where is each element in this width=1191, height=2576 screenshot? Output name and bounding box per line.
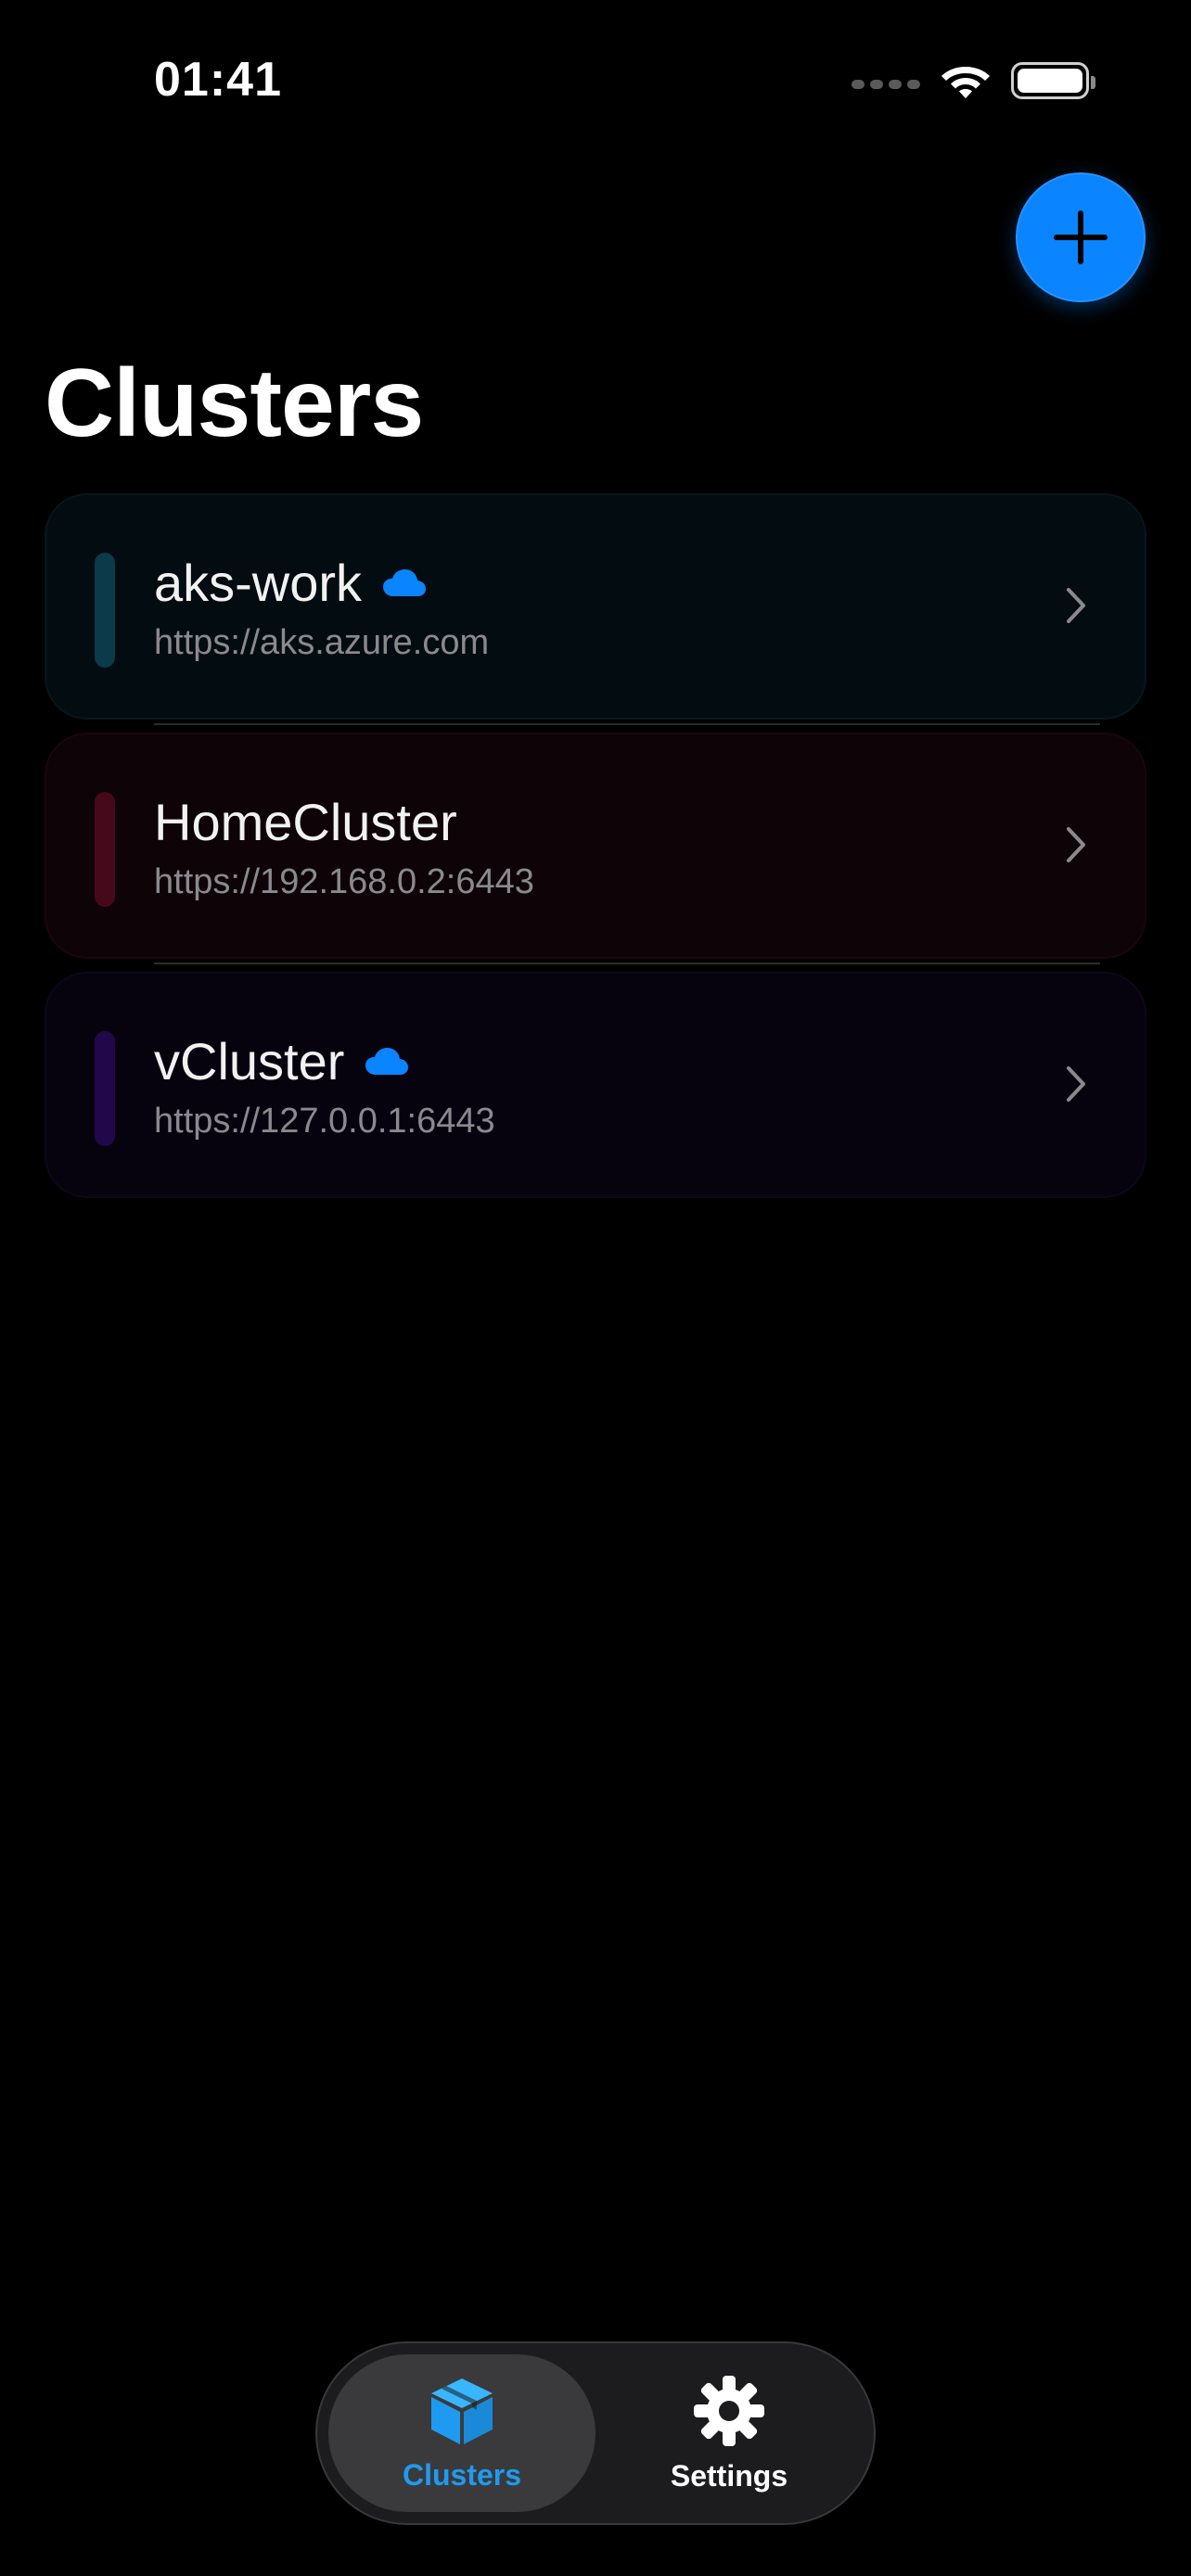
status-time: 01:41 xyxy=(154,53,282,107)
tab-label: Settings xyxy=(670,2458,788,2493)
cluster-name: vCluster xyxy=(154,1032,345,1090)
plus-icon xyxy=(1054,210,1108,264)
tab-bar: Clusters Settings xyxy=(315,2341,876,2525)
cluster-url: https://127.0.0.1:6443 xyxy=(154,1102,495,1141)
cluster-row-homecluster[interactable]: HomeCluster https://192.168.0.2:6443 xyxy=(45,723,1146,959)
cluster-color-bar xyxy=(95,1031,115,1146)
cellular-signal-icon xyxy=(852,80,920,89)
tab-settings[interactable]: Settings xyxy=(596,2354,863,2512)
battery-icon xyxy=(1011,62,1095,99)
cluster-name: HomeCluster xyxy=(154,793,457,851)
cluster-name-row: vCluster xyxy=(154,1031,409,1091)
wifi-icon xyxy=(941,61,991,100)
cluster-row-aks-work[interactable]: aks-work https://aks.azure.com xyxy=(45,493,1146,720)
status-indicators xyxy=(852,61,1095,100)
page-title: Clusters xyxy=(45,350,424,457)
cluster-name-row: aks-work xyxy=(154,553,427,613)
add-cluster-button[interactable] xyxy=(1016,172,1146,302)
chevron-right-icon xyxy=(1067,827,1085,862)
cluster-color-bar xyxy=(95,553,115,668)
cluster-url: https://192.168.0.2:6443 xyxy=(154,862,534,901)
tab-label: Clusters xyxy=(402,2457,522,2492)
cluster-name-row: HomeCluster xyxy=(154,792,457,852)
chevron-right-icon xyxy=(1067,588,1085,623)
cluster-name: aks-work xyxy=(154,554,363,612)
cluster-url: https://aks.azure.com xyxy=(154,623,490,662)
row-divider xyxy=(154,963,1100,964)
gear-icon xyxy=(694,2375,764,2446)
chevron-right-icon xyxy=(1067,1066,1085,1102)
cloud-icon xyxy=(365,1047,409,1075)
screen: 01:41 Clusters aks-work https://aks.azur… xyxy=(0,0,1191,2576)
cluster-color-bar xyxy=(95,792,115,907)
cloud-icon xyxy=(383,568,427,596)
tab-clusters[interactable]: Clusters xyxy=(328,2354,596,2512)
cluster-row-vcluster[interactable]: vCluster https://127.0.0.1:6443 xyxy=(45,963,1146,1198)
cube-icon xyxy=(431,2378,493,2444)
row-divider xyxy=(154,723,1100,725)
cluster-list: aks-work https://aks.azure.com HomeClust… xyxy=(45,493,1146,1211)
